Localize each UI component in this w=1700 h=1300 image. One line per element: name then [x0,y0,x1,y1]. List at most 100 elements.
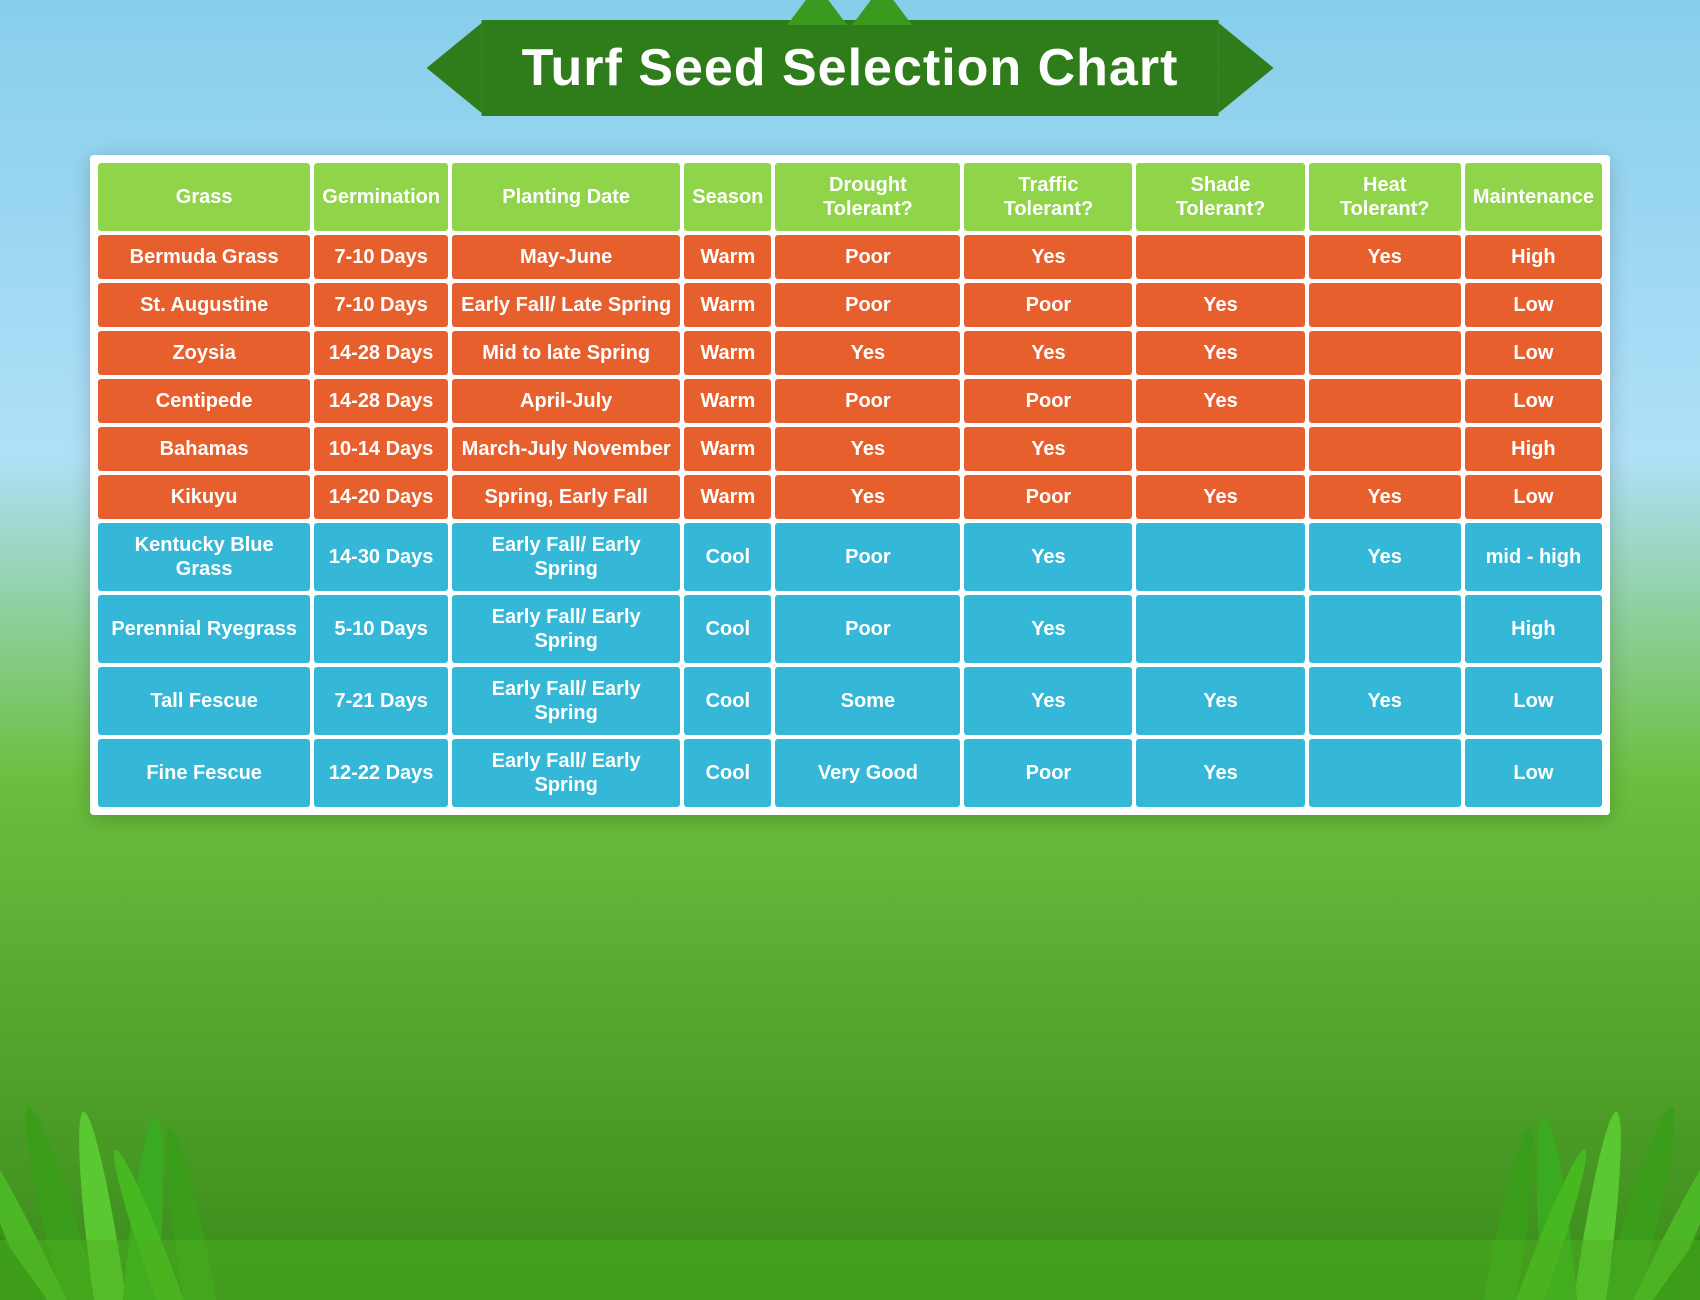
cell-3-0: Centipede [98,379,310,423]
cell-2-8: Low [1465,331,1602,375]
cell-8-8: Low [1465,667,1602,735]
cell-9-1: 12-22 Days [314,739,448,807]
cell-1-5: Poor [964,283,1132,327]
table-row: Kikuyu14-20 DaysSpring, Early FallWarmYe… [98,475,1602,519]
cell-1-4: Poor [775,283,960,327]
header-row: Grass Germination Planting Date Season D… [98,163,1602,231]
cell-8-1: 7-21 Days [314,667,448,735]
cell-9-5: Poor [964,739,1132,807]
cell-9-4: Very Good [775,739,960,807]
cell-8-3: Cool [684,667,771,735]
cell-2-7 [1309,331,1461,375]
cell-4-2: March-July November [452,427,680,471]
cell-7-0: Perennial Ryegrass [98,595,310,663]
cell-6-7: Yes [1309,523,1461,591]
grass-decoration [0,880,1700,1300]
arrow-left [427,23,482,113]
cell-3-7 [1309,379,1461,423]
cell-0-1: 7-10 Days [314,235,448,279]
cell-3-6: Yes [1136,379,1304,423]
cell-3-8: Low [1465,379,1602,423]
cell-1-0: St. Augustine [98,283,310,327]
cell-0-5: Yes [964,235,1132,279]
cell-8-4: Some [775,667,960,735]
cell-7-6 [1136,595,1304,663]
table-row: St. Augustine7-10 DaysEarly Fall/ Late S… [98,283,1602,327]
table-row: Zoysia14-28 DaysMid to late SpringWarmYe… [98,331,1602,375]
col-maintenance: Maintenance [1465,163,1602,231]
arrow-right [1218,23,1273,113]
col-shade: Shade Tolerant? [1136,163,1304,231]
cell-6-0: Kentucky Blue Grass [98,523,310,591]
cell-2-2: Mid to late Spring [452,331,680,375]
cell-4-0: Bahamas [98,427,310,471]
cell-7-3: Cool [684,595,771,663]
cell-6-8: mid - high [1465,523,1602,591]
cell-4-4: Yes [775,427,960,471]
cell-4-7 [1309,427,1461,471]
col-germination: Germination [314,163,448,231]
table-row: Fine Fescue12-22 DaysEarly Fall/ Early S… [98,739,1602,807]
cell-2-0: Zoysia [98,331,310,375]
cell-4-5: Yes [964,427,1132,471]
cell-2-4: Yes [775,331,960,375]
cell-1-3: Warm [684,283,771,327]
col-heat: Heat Tolerant? [1309,163,1461,231]
table-row: Tall Fescue7-21 DaysEarly Fall/ Early Sp… [98,667,1602,735]
cell-8-5: Yes [964,667,1132,735]
cell-8-7: Yes [1309,667,1461,735]
cell-7-5: Yes [964,595,1132,663]
cell-6-5: Yes [964,523,1132,591]
cell-2-5: Yes [964,331,1132,375]
cell-4-8: High [1465,427,1602,471]
table-row: Kentucky Blue Grass14-30 DaysEarly Fall/… [98,523,1602,591]
cell-5-2: Spring, Early Fall [452,475,680,519]
cell-7-2: Early Fall/ Early Spring [452,595,680,663]
cell-5-7: Yes [1309,475,1461,519]
cell-0-4: Poor [775,235,960,279]
cell-2-1: 14-28 Days [314,331,448,375]
cell-9-7 [1309,739,1461,807]
cell-3-3: Warm [684,379,771,423]
cell-1-1: 7-10 Days [314,283,448,327]
cell-4-1: 10-14 Days [314,427,448,471]
cell-3-5: Poor [964,379,1132,423]
cell-5-8: Low [1465,475,1602,519]
cell-0-7: Yes [1309,235,1461,279]
table-row: Perennial Ryegrass5-10 DaysEarly Fall/ E… [98,595,1602,663]
cell-9-6: Yes [1136,739,1304,807]
cell-6-3: Cool [684,523,771,591]
cell-0-6 [1136,235,1304,279]
table-container: Grass Germination Planting Date Season D… [90,155,1610,815]
cell-1-7 [1309,283,1461,327]
cell-3-2: April-July [452,379,680,423]
cell-9-8: Low [1465,739,1602,807]
cell-9-0: Fine Fescue [98,739,310,807]
cell-7-1: 5-10 Days [314,595,448,663]
cell-8-2: Early Fall/ Early Spring [452,667,680,735]
cell-0-0: Bermuda Grass [98,235,310,279]
cell-0-3: Warm [684,235,771,279]
cell-7-4: Poor [775,595,960,663]
cell-0-2: May-June [452,235,680,279]
title-banner: Turf Seed Selection Chart [427,20,1274,116]
col-season: Season [684,163,771,231]
cell-0-8: High [1465,235,1602,279]
seed-selection-table: Grass Germination Planting Date Season D… [90,155,1610,815]
cell-6-4: Poor [775,523,960,591]
page-title: Turf Seed Selection Chart [522,38,1179,98]
cell-1-8: Low [1465,283,1602,327]
title-box: Turf Seed Selection Chart [482,20,1219,116]
cell-5-0: Kikuyu [98,475,310,519]
col-planting: Planting Date [452,163,680,231]
cell-6-2: Early Fall/ Early Spring [452,523,680,591]
cell-9-3: Cool [684,739,771,807]
table-row: Centipede14-28 DaysApril-JulyWarmPoorPoo… [98,379,1602,423]
cell-4-6 [1136,427,1304,471]
cell-3-4: Poor [775,379,960,423]
cell-7-8: High [1465,595,1602,663]
col-grass: Grass [98,163,310,231]
cell-5-5: Poor [964,475,1132,519]
cell-1-6: Yes [1136,283,1304,327]
cell-8-6: Yes [1136,667,1304,735]
